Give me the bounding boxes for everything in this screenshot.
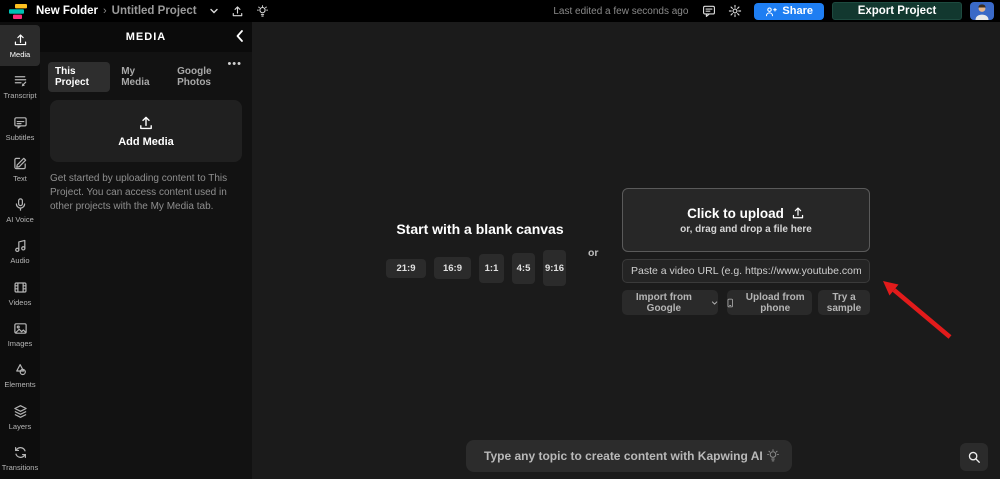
media-panel-header: MEDIA xyxy=(40,22,252,52)
chevron-down-icon xyxy=(711,299,718,307)
ai-voice-icon xyxy=(13,197,28,212)
tool-sidebar: Media Transcript Subtitles Text AI Voice xyxy=(0,22,40,479)
import-from-google-button[interactable]: Import from Google xyxy=(622,290,718,315)
media-icon xyxy=(13,32,28,47)
sidebar-item-label: Media xyxy=(10,50,30,59)
add-media-label: Add Media xyxy=(118,136,174,148)
sidebar-item-ai-voice[interactable]: AI Voice xyxy=(0,190,40,231)
sidebar-item-label: Transitions xyxy=(2,463,38,472)
main-canvas: Start with a blank canvas 21:9 16:9 1:1 … xyxy=(252,22,1000,479)
layers-icon xyxy=(13,404,28,419)
sidebar-item-audio[interactable]: Audio xyxy=(0,231,40,272)
sidebar-item-videos[interactable]: Videos xyxy=(0,273,40,314)
comments-icon[interactable] xyxy=(702,4,716,18)
search-icon xyxy=(967,450,981,464)
transitions-icon xyxy=(13,445,28,460)
settings-gear-icon[interactable] xyxy=(728,4,742,18)
media-panel-description: Get started by uploading content to This… xyxy=(50,172,242,214)
kapwing-editor: New Folder › Untitled Project Last edite… xyxy=(0,0,1000,479)
text-icon xyxy=(13,156,28,171)
search-button[interactable] xyxy=(960,443,988,471)
lightbulb-icon[interactable] xyxy=(256,5,269,18)
sidebar-item-transitions[interactable]: Transitions xyxy=(0,438,40,479)
sidebar-item-text[interactable]: Text xyxy=(0,149,40,190)
media-panel-title: MEDIA xyxy=(40,31,252,43)
sidebar-item-layers[interactable]: Layers xyxy=(0,396,40,437)
sidebar-item-label: Elements xyxy=(4,380,35,389)
tab-this-project[interactable]: This Project xyxy=(48,62,110,92)
last-edited-status: Last edited a few seconds ago xyxy=(553,6,688,17)
audio-icon xyxy=(13,238,28,253)
sidebar-item-label: Audio xyxy=(10,256,29,265)
sidebar-item-label: AI Voice xyxy=(6,215,34,224)
sidebar-item-images[interactable]: Images xyxy=(0,314,40,355)
person-plus-icon xyxy=(765,6,777,17)
share-button[interactable]: Share xyxy=(754,3,824,20)
sidebar-item-label: Images xyxy=(8,339,33,348)
export-project-button[interactable]: Export Project xyxy=(832,2,962,20)
user-avatar[interactable] xyxy=(970,2,994,20)
upload-from-phone-label: Upload from phone xyxy=(738,292,812,314)
transcript-icon xyxy=(13,73,28,88)
kapwing-logo-icon[interactable] xyxy=(8,3,28,20)
aspect-ratio-row: 21:9 16:9 1:1 4:5 9:16 xyxy=(386,248,566,288)
share-button-label: Share xyxy=(782,5,813,17)
import-from-google-label: Import from Google xyxy=(622,292,706,314)
sidebar-item-label: Layers xyxy=(9,422,32,431)
more-options-icon[interactable]: ••• xyxy=(227,58,242,70)
click-to-upload-label: Click to upload xyxy=(687,206,784,221)
aspect-ratio-21-9-button[interactable]: 21:9 xyxy=(386,259,426,278)
images-icon xyxy=(13,321,28,336)
breadcrumb-folder[interactable]: New Folder xyxy=(36,5,98,17)
upload-icon xyxy=(791,206,805,220)
sidebar-item-label: Videos xyxy=(9,298,32,307)
try-a-sample-button[interactable]: Try a sample xyxy=(818,290,870,315)
breadcrumb-separator: › xyxy=(103,5,107,17)
aspect-ratio-9-16-button[interactable]: 9:16 xyxy=(543,250,566,286)
add-media-button[interactable]: Add Media xyxy=(50,100,242,162)
sidebar-item-transcript[interactable]: Transcript xyxy=(0,66,40,107)
upload-from-phone-button[interactable]: Upload from phone xyxy=(727,290,812,315)
upload-icon[interactable] xyxy=(231,5,244,18)
kapwing-ai-input[interactable] xyxy=(484,449,766,463)
sidebar-item-media[interactable]: Media xyxy=(0,25,40,66)
click-to-upload-dropzone[interactable]: Click to upload or, drag and drop a file… xyxy=(622,188,870,252)
sidebar-item-subtitles[interactable]: Subtitles xyxy=(0,108,40,149)
or-label: or xyxy=(588,247,599,259)
phone-icon xyxy=(727,297,733,309)
lightbulb-icon[interactable] xyxy=(766,449,780,463)
subtitles-icon xyxy=(13,115,28,130)
collapse-panel-icon[interactable] xyxy=(235,29,244,48)
blank-canvas-title: Start with a blank canvas xyxy=(364,221,596,237)
upload-icon xyxy=(138,115,154,131)
sidebar-item-elements[interactable]: Elements xyxy=(0,355,40,396)
breadcrumb-project-title[interactable]: Untitled Project xyxy=(112,5,197,17)
aspect-ratio-4-5-button[interactable]: 4:5 xyxy=(512,253,535,284)
media-tabs: This Project My Media Google Photos ••• xyxy=(40,62,252,92)
chevron-down-icon[interactable] xyxy=(209,6,219,16)
videos-icon xyxy=(13,280,28,295)
sidebar-item-label: Transcript xyxy=(3,91,36,100)
try-a-sample-label: Try a sample xyxy=(818,292,870,314)
aspect-ratio-16-9-button[interactable]: 16:9 xyxy=(434,257,471,279)
elements-icon xyxy=(13,362,28,377)
aspect-ratio-1-1-button[interactable]: 1:1 xyxy=(479,254,504,283)
tab-my-media[interactable]: My Media xyxy=(114,62,166,92)
import-buttons-row: Import from Google Upload from phone Try… xyxy=(622,290,870,315)
media-panel: MEDIA This Project My Media Google Photo… xyxy=(40,22,252,479)
kapwing-ai-bar xyxy=(466,440,792,472)
drag-drop-hint: or, drag and drop a file here xyxy=(680,224,812,235)
sidebar-item-label: Subtitles xyxy=(6,133,35,142)
sidebar-item-label: Text xyxy=(13,174,27,183)
video-url-input[interactable] xyxy=(622,259,870,283)
top-bar: New Folder › Untitled Project Last edite… xyxy=(0,0,1000,22)
